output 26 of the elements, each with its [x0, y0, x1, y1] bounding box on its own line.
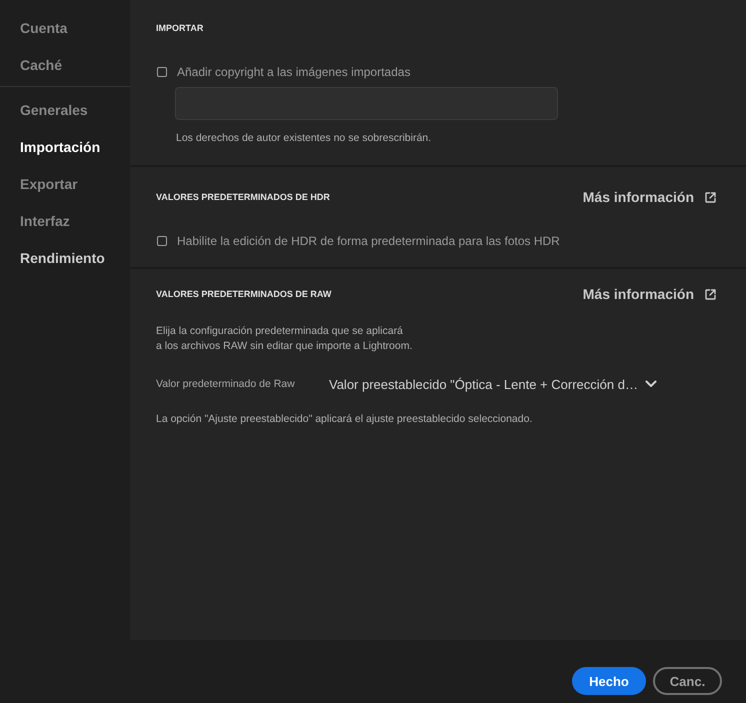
- hint-text: Los derechos de autor existentes no se sobrescribirán.: [176, 131, 432, 146]
- section-heading: IMPORTAR: [156, 22, 204, 35]
- section-heading: VALORES PREDETERMINADOS DE HDR: [156, 191, 330, 204]
- more-info-link[interactable]: Más información: [582, 284, 716, 304]
- checkbox[interactable]: [157, 236, 167, 246]
- sidebar-item[interactable]: Exportar: [0, 166, 130, 203]
- description-text: Elija la configuración predeterminada que se aplicará a los archivos RAW sin editar que importe a Lightroom.: [156, 324, 412, 354]
- sidebar-item[interactable]: Interfaz: [0, 203, 130, 240]
- more-info-link[interactable]: Más información: [582, 187, 716, 207]
- dropdown-label: Valor predeterminado de Raw: [156, 378, 296, 390]
- sidebar-item[interactable]: Caché: [0, 47, 130, 84]
- section-heading: VALORES PREDETERMINADOS DE RAW: [156, 288, 332, 301]
- done-button[interactable]: Hecho: [572, 667, 646, 695]
- hint-text: La opción "Ajuste preestablecido" aplicará el ajuste preestablecido seleccionado.: [156, 412, 532, 427]
- sidebar-item[interactable]: Rendimiento: [0, 240, 130, 277]
- checkbox[interactable]: [157, 67, 167, 77]
- sidebar-item[interactable]: Cuenta: [0, 10, 130, 47]
- external-link-icon: [705, 288, 716, 300]
- sidebar-item[interactable]: Importación: [0, 129, 130, 166]
- raw-default-dropdown[interactable]: Valor preestablecido "Óptica - Lente + Corrección d…: [329, 376, 657, 392]
- chevron-down-icon: [644, 380, 657, 388]
- external-link-icon: [705, 192, 716, 202]
- sidebar-item[interactable]: Generales: [0, 92, 130, 129]
- checkbox-label: Añadir copyright a las imágenes importadas: [177, 64, 410, 80]
- checkbox-label: Habilite la edición de HDR de forma predeterminada para las fotos HDR: [177, 233, 560, 249]
- cancel-button[interactable]: Canc.: [653, 667, 722, 695]
